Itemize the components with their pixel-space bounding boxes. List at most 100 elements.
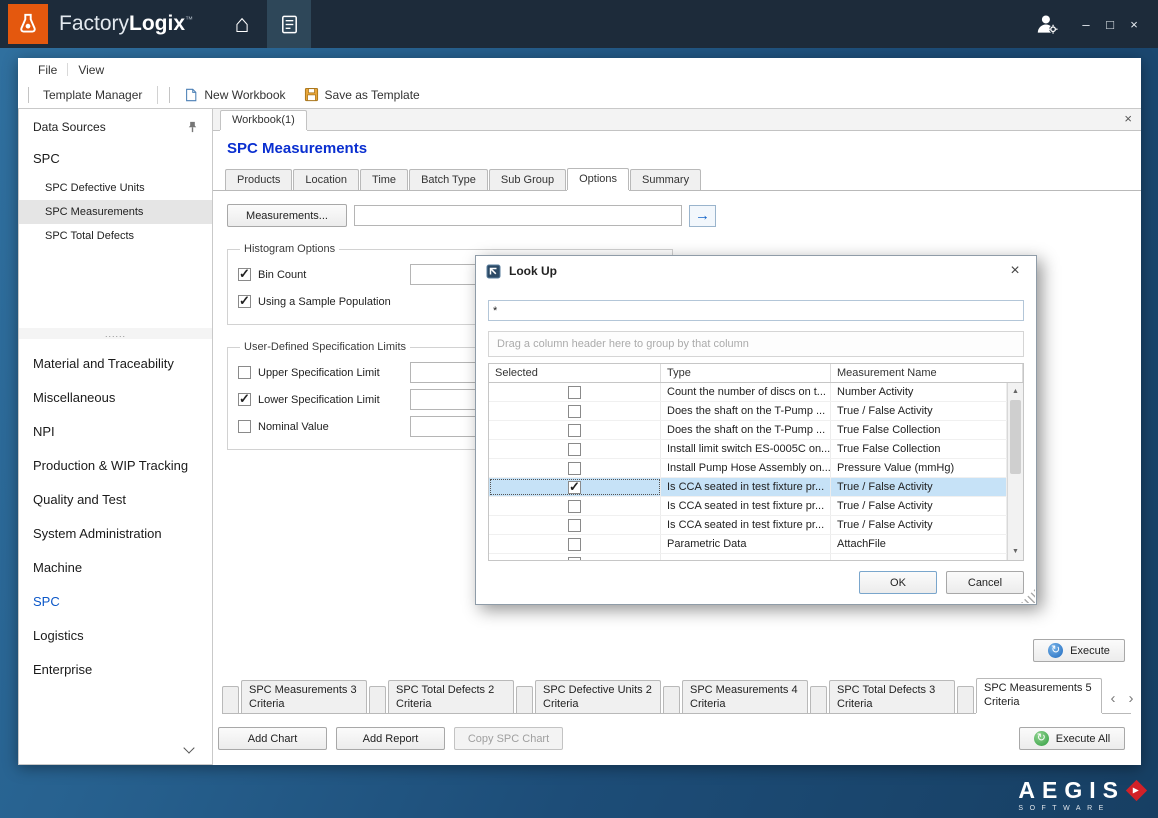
menu-view[interactable]: View: [70, 60, 112, 80]
sidebar-category-material-and-traceability[interactable]: Material and Traceability: [19, 347, 212, 381]
minimize-button[interactable]: –: [1074, 12, 1098, 36]
table-row[interactable]: Is CCA seated in test fixture pr... True…: [489, 516, 1007, 535]
user-settings-button[interactable]: [1024, 0, 1070, 48]
sample-population-label: Using a Sample Population: [258, 296, 391, 308]
workbook-close-icon[interactable]: ×: [1124, 112, 1132, 125]
criteria-tab-stub[interactable]: [810, 686, 827, 713]
row-checkbox[interactable]: [568, 405, 581, 418]
table-row[interactable]: [489, 554, 1007, 560]
lookup-dialog-titlebar[interactable]: Look Up ×: [476, 256, 1036, 286]
scroll-down-icon[interactable]: ▼: [1008, 544, 1023, 559]
group-by-area[interactable]: Drag a column header here to group by th…: [488, 331, 1024, 357]
tab-sub-group[interactable]: Sub Group: [489, 169, 566, 190]
column-header-measurement-name[interactable]: Measurement Name: [831, 364, 1023, 382]
template-manager-button[interactable]: Template Manager: [34, 85, 151, 105]
criteria-tab-stub[interactable]: [516, 686, 533, 713]
menu-file[interactable]: File: [30, 60, 65, 80]
add-report-button[interactable]: Add Report: [336, 727, 445, 750]
tab-location[interactable]: Location: [293, 169, 359, 190]
tab-summary[interactable]: Summary: [630, 169, 701, 190]
dialog-close-icon[interactable]: ×: [1004, 263, 1026, 279]
row-checkbox[interactable]: [568, 386, 581, 399]
lookup-filter-input[interactable]: [488, 300, 1024, 321]
sidebar-category-system-administration[interactable]: System Administration: [19, 517, 212, 551]
row-checkbox[interactable]: [568, 519, 581, 532]
maximize-button[interactable]: □: [1098, 12, 1122, 36]
lower-spec-limit-checkbox[interactable]: [238, 393, 251, 406]
sidebar-category-enterprise[interactable]: Enterprise: [19, 653, 212, 687]
criteria-tab-stub[interactable]: [957, 686, 974, 713]
sidebar-splitter[interactable]: ......: [19, 328, 212, 339]
sidebar-category-spc[interactable]: SPC: [19, 585, 212, 619]
row-checkbox[interactable]: [568, 481, 581, 494]
upper-spec-limit-checkbox[interactable]: [238, 366, 251, 379]
new-workbook-button[interactable]: New Workbook: [175, 84, 294, 106]
criteria-tab-spc-measurements-4[interactable]: SPC Measurements 4 Criteria: [682, 680, 808, 713]
criteria-tab-stub[interactable]: [369, 686, 386, 713]
criteria-tab-spc-measurements-3[interactable]: SPC Measurements 3 Criteria: [241, 680, 367, 713]
measurements-input[interactable]: [354, 205, 682, 226]
add-chart-button[interactable]: Add Chart: [218, 727, 327, 750]
sidebar-category-logistics[interactable]: Logistics: [19, 619, 212, 653]
row-checkbox[interactable]: [568, 424, 581, 437]
criteria-tab-spc-total-defects-2[interactable]: SPC Total Defects 2 Criteria: [388, 680, 514, 713]
sidebar-category-production-wip-tracking[interactable]: Production & WIP Tracking: [19, 449, 212, 483]
table-row[interactable]: Does the shaft on the T-Pump ... True / …: [489, 402, 1007, 421]
criteria-tab-stub[interactable]: [222, 686, 239, 713]
table-row[interactable]: Count the number of discs on t... Number…: [489, 383, 1007, 402]
app-title: FactoryLogix™: [59, 12, 193, 36]
tab-products[interactable]: Products: [225, 169, 292, 190]
row-checkbox[interactable]: [568, 500, 581, 513]
bin-count-checkbox[interactable]: [238, 268, 251, 281]
save-as-template-button[interactable]: Save as Template: [295, 84, 429, 105]
table-row[interactable]: Does the shaft on the T-Pump ... True Fa…: [489, 421, 1007, 440]
table-row[interactable]: Install limit switch ES-0005C on... True…: [489, 440, 1007, 459]
sample-population-checkbox[interactable]: [238, 295, 251, 308]
criteria-tab-stub[interactable]: [663, 686, 680, 713]
measurements-button[interactable]: Measurements...: [227, 204, 347, 227]
criteria-tab-nav: ‹ ›: [1104, 689, 1140, 713]
table-row[interactable]: Parametric Data AttachFile: [489, 535, 1007, 554]
vertical-scrollbar[interactable]: ▲ ▼: [1007, 383, 1023, 560]
sidebar-category-npi[interactable]: NPI: [19, 415, 212, 449]
column-header-selected[interactable]: Selected: [489, 364, 661, 382]
row-checkbox[interactable]: [568, 557, 581, 561]
data-sources-panel-button[interactable]: [267, 0, 311, 48]
sidebar-item-spc-measurements[interactable]: SPC Measurements: [19, 200, 212, 224]
tab-time[interactable]: Time: [360, 169, 408, 190]
column-header-type[interactable]: Type: [661, 364, 831, 382]
pin-icon[interactable]: [186, 120, 199, 134]
row-checkbox[interactable]: [568, 443, 581, 456]
criteria-tab-spc-defective-units-2[interactable]: SPC Defective Units 2 Criteria: [535, 680, 661, 713]
chevron-down-icon[interactable]: [184, 744, 195, 755]
cancel-button[interactable]: Cancel: [946, 571, 1024, 594]
sidebar-item-spc-total-defects[interactable]: SPC Total Defects: [19, 224, 212, 248]
copy-spc-chart-button[interactable]: Copy SPC Chart: [454, 727, 563, 750]
sidebar-category-miscellaneous[interactable]: Miscellaneous: [19, 381, 212, 415]
apply-measurements-button[interactable]: →: [689, 205, 716, 227]
ok-button[interactable]: OK: [859, 571, 937, 594]
home-button[interactable]: ⌂: [217, 0, 267, 48]
scroll-up-icon[interactable]: ▲: [1008, 384, 1023, 399]
tab-options[interactable]: Options: [567, 168, 629, 190]
table-row[interactable]: Install Pump Hose Assembly on... Pressur…: [489, 459, 1007, 478]
criteria-tab-spc-total-defects-3[interactable]: SPC Total Defects 3 Criteria: [829, 680, 955, 713]
sidebar-item-spc-defective-units[interactable]: SPC Defective Units: [19, 176, 212, 200]
execute-button[interactable]: ↻ Execute: [1033, 639, 1125, 662]
scrollbar-thumb[interactable]: [1010, 400, 1021, 474]
execute-all-button[interactable]: ↻ Execute All: [1019, 727, 1125, 750]
scroll-tabs-right-button[interactable]: ›: [1124, 689, 1138, 707]
table-row[interactable]: Is CCA seated in test fixture pr... True…: [489, 497, 1007, 516]
close-button[interactable]: ×: [1122, 12, 1146, 36]
nominal-value-checkbox[interactable]: [238, 420, 251, 433]
sidebar-category-machine[interactable]: Machine: [19, 551, 212, 585]
row-checkbox[interactable]: [568, 462, 581, 475]
tab-batch-type[interactable]: Batch Type: [409, 169, 488, 190]
workbook-tab[interactable]: Workbook(1): [220, 110, 307, 130]
criteria-tab-spc-measurements-5[interactable]: SPC Measurements 5 Criteria: [976, 678, 1102, 713]
scroll-tabs-left-button[interactable]: ‹: [1106, 689, 1120, 707]
sidebar-group-spc[interactable]: SPC: [19, 138, 212, 176]
row-checkbox[interactable]: [568, 538, 581, 551]
table-row[interactable]: Is CCA seated in test fixture pr... True…: [489, 478, 1007, 497]
sidebar-category-quality-and-test[interactable]: Quality and Test: [19, 483, 212, 517]
